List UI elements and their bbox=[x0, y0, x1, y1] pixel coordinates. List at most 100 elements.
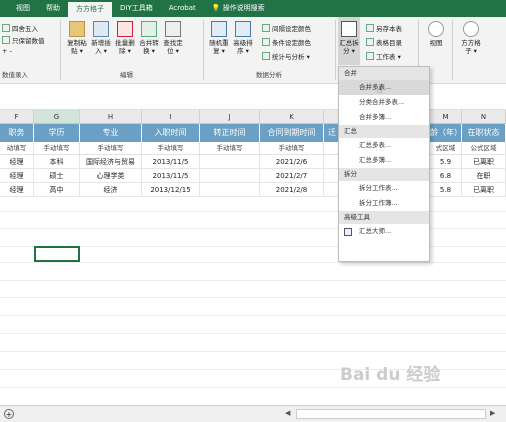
table-cell[interactable]: 2021/2/7 bbox=[260, 169, 324, 183]
table-cell[interactable]: 2013/11/5 bbox=[142, 155, 200, 169]
table-cell[interactable]: 已离职 bbox=[462, 155, 506, 169]
scroll-right-icon[interactable]: ▶ bbox=[490, 409, 495, 417]
col-header[interactable]: H bbox=[80, 110, 142, 124]
find-locate-button[interactable]: 查找定位 ▾ bbox=[162, 17, 184, 55]
header-cell[interactable]: 龄（年） bbox=[430, 124, 462, 142]
fill-hint-cell[interactable]: 式区域 bbox=[430, 142, 462, 155]
table-cell[interactable]: 2013/11/5 bbox=[142, 169, 200, 183]
tab-acrobat[interactable]: Acrobat bbox=[161, 0, 204, 17]
tab-view[interactable]: 视图 bbox=[8, 0, 38, 17]
menu-item-summary-sheets[interactable]: 汇总多表... bbox=[339, 138, 429, 153]
delete-icon bbox=[117, 21, 133, 37]
col-header[interactable]: I bbox=[142, 110, 200, 124]
fill-hint-cell[interactable]: 公式区域 bbox=[462, 142, 506, 155]
col-header[interactable]: M bbox=[430, 110, 462, 124]
header-cell[interactable]: 转正时间 bbox=[200, 124, 260, 142]
menu-item-category-merge[interactable]: 分类合并多表... bbox=[339, 95, 429, 110]
table-cell[interactable] bbox=[200, 155, 260, 169]
search-label: 操作说明搜索 bbox=[222, 4, 265, 12]
ribbon-tab-bar: 视图 帮助 方方格子 DIY工具箱 Acrobat 💡 操作说明搜索 bbox=[0, 0, 506, 17]
values-only-button[interactable]: 只保留数值 bbox=[2, 35, 45, 45]
gridline bbox=[0, 211, 506, 212]
plus-minus-button[interactable]: + - bbox=[2, 47, 12, 55]
fill-hint-cell[interactable]: 手动填写 bbox=[142, 142, 200, 155]
fill-hint-cell[interactable]: 手动填写 bbox=[80, 142, 142, 155]
save-sheet-button[interactable]: 另存本表 bbox=[366, 23, 402, 33]
menu-item-merge-books[interactable]: 合并多簿... bbox=[339, 110, 429, 125]
table-cell[interactable]: 2013/12/15 bbox=[142, 183, 200, 197]
table-cell[interactable]: 经理 bbox=[0, 155, 34, 169]
table-cell[interactable]: 经理 bbox=[0, 183, 34, 197]
table-cell[interactable] bbox=[200, 169, 260, 183]
table-cell[interactable]: 5.9 bbox=[430, 155, 462, 169]
round-button[interactable]: 四舍五入 bbox=[2, 23, 38, 33]
col-header[interactable]: F bbox=[0, 110, 34, 124]
fill-hint-cell[interactable]: 手动填写 bbox=[260, 142, 324, 155]
batch-delete-button[interactable]: 批量删除 ▾ bbox=[114, 17, 136, 55]
stats-analysis-button[interactable]: 统计与分析 ▾ bbox=[262, 51, 310, 61]
clipboard-icon bbox=[69, 21, 85, 37]
sheet-index-button[interactable]: 表格目录 bbox=[366, 37, 402, 47]
col-header[interactable]: J bbox=[200, 110, 260, 124]
col-header[interactable]: K bbox=[260, 110, 324, 124]
header-cell[interactable]: 在职状态 bbox=[462, 124, 506, 142]
header-cell[interactable]: 合同到期时间 bbox=[260, 124, 324, 142]
table-cell[interactable]: 5.8 bbox=[430, 183, 462, 197]
table-cell[interactable]: 2021/2/8 bbox=[260, 183, 324, 197]
interval-color-button[interactable]: 间隔设定颜色 bbox=[262, 23, 311, 33]
table-cell[interactable]: 2021/2/6 bbox=[260, 155, 324, 169]
group-label-input: 数值录入 bbox=[2, 71, 28, 79]
menu-item-summary-books[interactable]: 汇总多簿... bbox=[339, 153, 429, 168]
table-cell[interactable]: 硕士 bbox=[34, 169, 80, 183]
copy-paste-button[interactable]: 复制粘贴 ▾ bbox=[66, 17, 88, 55]
selected-cell[interactable] bbox=[34, 246, 80, 262]
insert-button[interactable]: 新增插入 ▾ bbox=[90, 17, 112, 55]
ffgz-button[interactable]: 方方格子 ▾ bbox=[460, 17, 482, 55]
table-cell[interactable]: 本科 bbox=[34, 155, 80, 169]
table-cell[interactable]: 经理 bbox=[0, 169, 34, 183]
scroll-left-icon[interactable]: ◀ bbox=[285, 409, 290, 417]
advanced-sort-button[interactable]: 高级排序 ▾ bbox=[232, 17, 254, 55]
save-icon bbox=[366, 24, 374, 32]
summary-split-button[interactable]: 汇总拆分 ▾ bbox=[338, 17, 360, 65]
menu-item-summary-master[interactable]: 汇总大师... bbox=[339, 224, 429, 239]
header-cell[interactable]: 职务 bbox=[0, 124, 34, 142]
header-cell[interactable]: 入职时间 bbox=[142, 124, 200, 142]
header-cell[interactable]: 专业 bbox=[80, 124, 142, 142]
menu-item-split-sheet[interactable]: 拆分工作表... bbox=[339, 181, 429, 196]
btn-label: 除 ▾ bbox=[119, 47, 131, 55]
tab-help[interactable]: 帮助 bbox=[38, 0, 68, 17]
view-button[interactable]: 视图 bbox=[425, 17, 447, 47]
horizontal-scrollbar[interactable] bbox=[296, 409, 486, 419]
worksheet-button[interactable]: 工作表 ▾ bbox=[366, 51, 401, 61]
menu-item-split-book[interactable]: 拆分工作簿... bbox=[339, 196, 429, 211]
random-repeat-button[interactable]: 随机重复 ▾ bbox=[208, 17, 230, 55]
table-cell[interactable]: 高中 bbox=[34, 183, 80, 197]
tab-diy[interactable]: DIY工具箱 bbox=[112, 0, 161, 17]
col-header[interactable]: G bbox=[34, 110, 80, 124]
header-cell[interactable]: 学历 bbox=[34, 124, 80, 142]
fill-hint-cell[interactable]: 动填写 bbox=[0, 142, 34, 155]
random-icon bbox=[211, 21, 227, 37]
ribbon: 四舍五入 只保留数值 + - 数值录入 复制粘贴 ▾ 新增插入 ▾ 批量删除 ▾… bbox=[0, 17, 506, 84]
tab-search[interactable]: 💡 操作说明搜索 bbox=[204, 0, 273, 17]
table-cell[interactable] bbox=[200, 183, 260, 197]
table-cell[interactable]: 已离职 bbox=[462, 183, 506, 197]
interval-color-label: 间隔设定颜色 bbox=[272, 25, 311, 33]
btn-label: 视图 bbox=[429, 39, 443, 47]
tab-ffgz[interactable]: 方方格子 bbox=[68, 0, 112, 17]
table-cell[interactable]: 在职 bbox=[462, 169, 506, 183]
btn-label: 复 ▾ bbox=[213, 47, 225, 55]
table-cell[interactable]: 国际经济与贸易 bbox=[80, 155, 142, 169]
add-sheet-icon[interactable]: + bbox=[4, 409, 14, 419]
table-cell[interactable]: 6.8 bbox=[430, 169, 462, 183]
table-cell[interactable]: 经济 bbox=[80, 183, 142, 197]
fill-hint-cell[interactable]: 手动填写 bbox=[34, 142, 80, 155]
col-header[interactable]: N bbox=[462, 110, 506, 124]
condition-color-button[interactable]: 条件设定颜色 bbox=[262, 37, 311, 47]
menu-item-merge-sheets[interactable]: 合并多表... ☝ bbox=[339, 80, 429, 96]
table-cell[interactable]: 心理学类 bbox=[80, 169, 142, 183]
merge-convert-button[interactable]: 合并转换 ▾ bbox=[138, 17, 160, 55]
chart-icon bbox=[262, 52, 270, 60]
fill-hint-cell[interactable]: 手动填写 bbox=[200, 142, 260, 155]
